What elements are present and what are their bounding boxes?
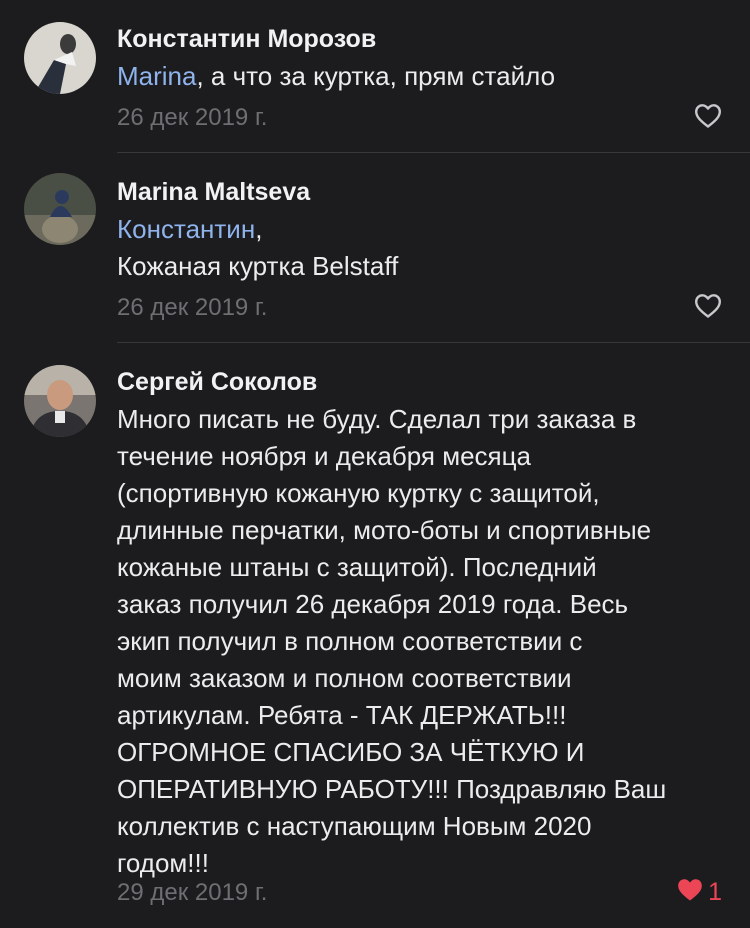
comment-text-line: моим заказом и полном соответствии [117,663,572,693]
comment-author[interactable]: Сергей Соколов [117,368,317,397]
comment-item: Marina Maltseva Константин, Кожаная курт… [0,153,750,343]
avatar[interactable] [24,22,96,94]
like-button[interactable] [694,103,722,134]
comment-text-line: годом!!! [117,848,209,878]
comment-text-line: длинные перчатки, мото-боты и спортивные [117,515,652,545]
comment-author[interactable]: Константин Морозов [117,25,376,54]
comment-item: Константин Морозов Marina, а что за курт… [0,0,750,153]
comment-text: Marina, а что за куртка, прям стайло [117,58,727,95]
comment-text-line: (спортивную кожаную куртку с защитой, [117,478,600,508]
comment-text-line: коллектив с наступающим Новым 2020 [117,811,592,841]
avatar[interactable] [24,365,96,437]
comment-text-line: Много писать не буду. Сделал три заказа … [117,404,637,434]
comment-text-line: кожаные штаны с защитой). Последний [117,552,597,582]
comment-text: Константин, Кожаная куртка Belstaff [117,211,727,285]
comment-text-line: ОПЕРАТИВНУЮ РАБОТУ!!! Поздравляю Ваш [117,774,667,804]
like-button[interactable]: 1 [676,877,722,908]
comment-item: Сергей Соколов Много писать не буду. Сде… [0,343,750,928]
heart-filled-icon [676,877,704,908]
comment-author[interactable]: Marina Maltseva [117,178,310,207]
comment-date: 26 дек 2019 г. [117,294,268,321]
comment-text-content: Кожаная куртка Belstaff [117,251,399,281]
comment-date: 26 дек 2019 г. [117,104,268,131]
mention-link[interactable]: Константин [117,214,255,244]
like-count: 1 [708,878,722,906]
comment-text: Много писать не буду. Сделал три заказа … [117,401,727,882]
comment-text-line: экип получил в полном соответствии с [117,626,583,656]
mention-suffix: , [255,214,263,244]
comment-text-content: , а что за куртка, прям стайло [196,61,556,91]
comment-date: 29 дек 2019 г. [117,879,268,906]
mention-link[interactable]: Marina [117,61,196,91]
avatar[interactable] [24,173,96,245]
comment-text-line: ОГРОМНОЕ СПАСИБО ЗА ЧЁТКУЮ И [117,737,585,767]
like-button[interactable] [694,293,722,324]
heart-outline-icon [694,103,722,134]
comment-text-line: артикулам. Ребята - ТАК ДЕРЖАТЬ!!! [117,700,567,730]
heart-outline-icon [694,293,722,324]
comment-text-line: течение ноября и декабря месяца [117,441,531,471]
comment-text-line: заказ получил 26 декабря 2019 года. Весь [117,589,629,619]
